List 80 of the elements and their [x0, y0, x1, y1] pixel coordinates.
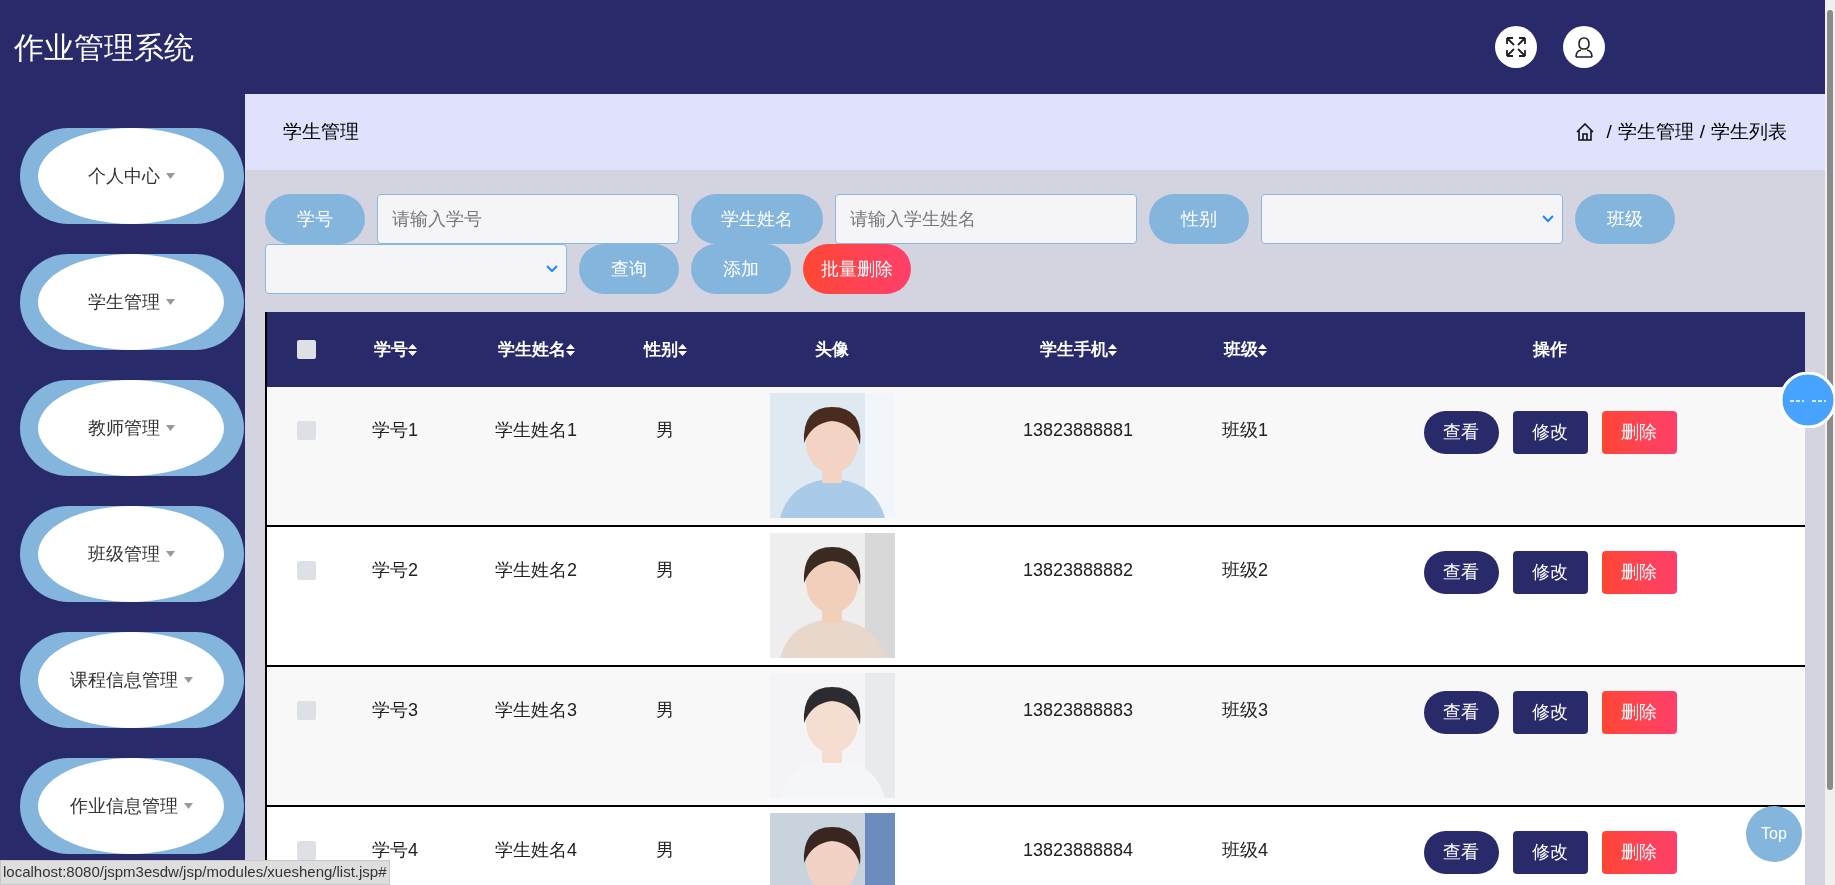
sidebar-item[interactable]: 课程信息管理: [38, 632, 224, 728]
sidebar-item[interactable]: 学生管理: [38, 254, 224, 350]
caret-icon: [183, 677, 193, 683]
caret-icon: [165, 551, 175, 557]
sort-icon[interactable]: [565, 343, 575, 356]
edit-button[interactable]: 修改: [1512, 831, 1588, 874]
sidebar-item[interactable]: 个人中心: [38, 128, 224, 224]
view-button[interactable]: 查看: [1423, 831, 1499, 874]
sort-icon[interactable]: [677, 343, 687, 356]
caret-icon: [165, 299, 175, 305]
column-header[interactable]: 班级: [1223, 336, 1267, 363]
table-cell-text: 13823888881: [1022, 419, 1134, 442]
user-button[interactable]: [1563, 26, 1605, 68]
select-field[interactable]: [265, 244, 567, 294]
breadcrumb-separator: /: [1606, 119, 1612, 144]
table-cell-text: 男: [656, 559, 674, 582]
table-cell-text: 13823888882: [1022, 559, 1134, 582]
caret-icon: [165, 425, 175, 431]
edit-button[interactable]: 修改: [1512, 551, 1588, 594]
column-header[interactable]: 学生姓名: [497, 336, 575, 363]
chevron-icon: [1542, 215, 1554, 223]
column-header[interactable]: 性别: [643, 336, 687, 363]
sort-icon[interactable]: [1257, 343, 1267, 356]
sort-icon[interactable]: [1107, 343, 1117, 356]
table-cell-text: 学生姓名4: [495, 839, 577, 862]
clock-widget-icon[interactable]: [1780, 372, 1835, 428]
checkbox[interactable]: [296, 421, 316, 440]
table-cell-text: 学号4: [372, 839, 418, 862]
edit-button[interactable]: 修改: [1512, 411, 1588, 454]
breadcrumb-link[interactable]: 学生列表: [1711, 117, 1787, 147]
column-header[interactable]: 学生手机: [1039, 336, 1117, 363]
table-cell-text: 班级1: [1222, 419, 1268, 442]
sidebar-item[interactable]: 作业信息管理: [38, 758, 224, 854]
sidebar-item[interactable]: 班级管理: [38, 506, 224, 602]
checkbox[interactable]: [296, 561, 316, 580]
filter-label: 班级: [1575, 194, 1675, 244]
chevron-icon: [546, 265, 558, 273]
view-button[interactable]: 查看: [1423, 551, 1499, 594]
sidebar-item[interactable]: 教师管理: [38, 380, 224, 476]
column-header: 操作: [1533, 338, 1567, 361]
table-cell-text: 男: [656, 419, 674, 442]
app-title: 作业管理系统: [14, 29, 194, 66]
checkbox[interactable]: [296, 340, 316, 359]
home-icon[interactable]: [1576, 123, 1595, 141]
user-icon: [1573, 36, 1595, 58]
table-cell-text: 学生姓名2: [495, 559, 577, 582]
table-cell-text: 班级2: [1222, 559, 1268, 582]
checkbox[interactable]: [296, 841, 316, 860]
table-cell-text: 13823888883: [1022, 699, 1134, 722]
page-title: 学生管理: [283, 119, 359, 144]
table-cell-text: 学号3: [372, 699, 418, 722]
search-field[interactable]: 请输入学生姓名: [835, 194, 1137, 244]
search-field[interactable]: 请输入学号: [377, 194, 679, 244]
table-cell-text: 男: [656, 699, 674, 722]
filter-label: 学号: [265, 194, 365, 244]
table-cell-text: 男: [656, 839, 674, 862]
status-bar-url: localhost:8080/jspm3esdw/jsp/modules/xuesheng/list.jsp#: [0, 860, 390, 885]
table-cell-text: 学生姓名1: [495, 419, 577, 442]
view-button[interactable]: 查看: [1423, 411, 1499, 454]
column-header[interactable]: 学号: [373, 336, 417, 363]
view-button[interactable]: 查看: [1423, 691, 1499, 734]
column-header: 头像: [815, 338, 849, 361]
select-field[interactable]: [1261, 194, 1563, 244]
fullscreen-button[interactable]: [1495, 26, 1537, 68]
caret-icon: [183, 803, 193, 809]
table-cell-text: 13823888884: [1022, 839, 1134, 862]
filter-label: 性别: [1149, 194, 1249, 244]
filter-label: 学生姓名: [691, 194, 823, 244]
breadcrumb-separator: /: [1699, 119, 1705, 144]
caret-icon: [165, 173, 175, 179]
table-cell-text: 班级3: [1222, 699, 1268, 722]
table-cell-text: 班级4: [1222, 839, 1268, 862]
table-cell-text: 学生姓名3: [495, 699, 577, 722]
sort-icon[interactable]: [407, 343, 417, 356]
checkbox[interactable]: [296, 701, 316, 720]
breadcrumb-link[interactable]: 学生管理: [1617, 117, 1694, 147]
edit-button[interactable]: 修改: [1512, 691, 1588, 734]
table-cell-text: 学号1: [372, 419, 418, 442]
table-cell-text: 学号2: [372, 559, 418, 582]
expand-icon: [1505, 36, 1527, 58]
